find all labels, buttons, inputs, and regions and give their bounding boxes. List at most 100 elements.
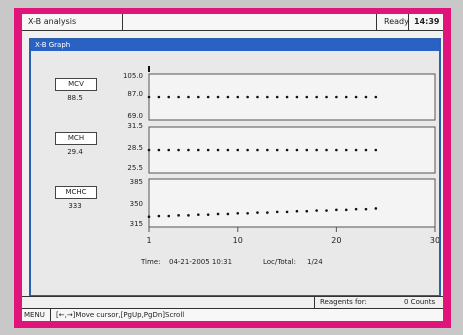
data-point	[167, 95, 171, 99]
data-point	[295, 209, 299, 213]
data-point	[167, 148, 171, 152]
data-point	[236, 95, 240, 99]
data-point	[285, 210, 289, 214]
data-point	[256, 148, 259, 152]
data-point	[216, 95, 220, 99]
plot-panel	[148, 73, 436, 121]
data-point	[206, 148, 210, 152]
data-point	[266, 211, 269, 214]
time-value: 04-21-2005 10:31	[169, 258, 233, 266]
cursor-marker	[148, 66, 150, 72]
data-point	[335, 148, 338, 152]
data-point	[226, 148, 230, 152]
reagent-bar: Reagents for: 0 Counts	[22, 296, 443, 308]
data-point	[295, 148, 299, 152]
data-point	[275, 148, 279, 152]
device-frame: X-B analysis Ready 14:39 X-B Graph MCV 8…	[14, 8, 451, 328]
data-point	[226, 95, 230, 99]
data-point	[305, 95, 309, 99]
data-point	[354, 207, 358, 211]
plot-panel	[148, 126, 436, 174]
data-point	[216, 148, 220, 152]
data-point	[285, 95, 289, 99]
data-point	[374, 148, 378, 152]
data-point	[246, 95, 249, 99]
x-tick-label: 20	[331, 236, 341, 245]
data-point	[246, 211, 249, 215]
data-point	[335, 208, 338, 212]
data-point	[197, 148, 200, 152]
menu-button[interactable]: MENU	[24, 309, 45, 321]
data-point	[236, 211, 240, 215]
data-point	[187, 214, 190, 217]
key-hint: [←,→]Move cursor,[PgUp,PgDn]Scroll	[56, 311, 185, 319]
data-point	[325, 95, 328, 99]
data-point	[147, 95, 151, 99]
app-title: X-B analysis	[28, 17, 77, 26]
data-point	[354, 95, 358, 99]
data-point	[157, 214, 161, 218]
data-point	[305, 148, 309, 152]
reagents-count: 0 Counts	[404, 298, 436, 306]
data-point	[206, 95, 210, 99]
data-point	[256, 211, 259, 214]
data-point	[295, 95, 299, 99]
data-point	[206, 213, 210, 216]
data-point	[374, 207, 378, 210]
data-point	[344, 208, 348, 212]
data-point	[266, 148, 269, 152]
reagents-label: Reagents for:	[320, 298, 367, 306]
data-point	[335, 95, 338, 99]
separator	[50, 309, 51, 321]
data-point	[226, 212, 230, 216]
separator	[408, 14, 409, 30]
help-bar: MENU [←,→]Move cursor,[PgUp,PgDn]Scroll	[22, 308, 443, 321]
x-tick-label: 10	[233, 236, 243, 245]
status-text: Ready	[384, 17, 409, 26]
data-point	[315, 209, 318, 212]
data-point	[187, 148, 190, 152]
clock: 14:39	[414, 17, 440, 26]
data-point	[157, 95, 161, 99]
separator	[122, 14, 123, 30]
data-point	[157, 148, 161, 152]
x-tick-label: 30	[430, 236, 439, 245]
data-point	[275, 95, 279, 99]
data-point	[364, 95, 368, 99]
data-point	[256, 95, 259, 99]
separator	[376, 14, 377, 30]
data-point	[177, 214, 180, 217]
data-point	[285, 148, 289, 152]
device-screen: X-B analysis Ready 14:39 X-B Graph MCV 8…	[22, 14, 443, 321]
data-point	[187, 95, 190, 99]
data-point	[275, 210, 279, 214]
data-point	[197, 213, 200, 216]
data-point	[177, 95, 180, 99]
data-point	[266, 95, 269, 99]
plot-panel	[148, 178, 436, 228]
data-point	[167, 214, 171, 218]
data-point	[147, 148, 151, 152]
data-point	[305, 209, 309, 213]
time-label: Time:	[141, 258, 161, 266]
data-point	[364, 207, 368, 211]
x-tick-label: 1	[146, 236, 151, 245]
separator	[314, 297, 315, 308]
data-point	[325, 209, 328, 212]
data-point	[315, 148, 318, 152]
loc-value: 1/24	[307, 258, 323, 266]
data-point	[315, 95, 318, 99]
data-point	[236, 148, 240, 152]
data-point	[246, 148, 249, 152]
data-point	[147, 215, 151, 219]
data-point	[354, 148, 358, 152]
data-point	[216, 212, 220, 216]
data-point	[177, 148, 180, 152]
data-point	[374, 95, 378, 99]
data-point	[364, 148, 368, 152]
top-status-bar: X-B analysis Ready 14:39	[22, 14, 443, 31]
graph-window: X-B Graph MCV 88.5 MCH 29.4 MCHC 333 105…	[29, 38, 441, 297]
xb-plot: 1 10 20 30	[146, 66, 439, 245]
data-point	[197, 95, 200, 99]
data-point	[344, 148, 348, 152]
